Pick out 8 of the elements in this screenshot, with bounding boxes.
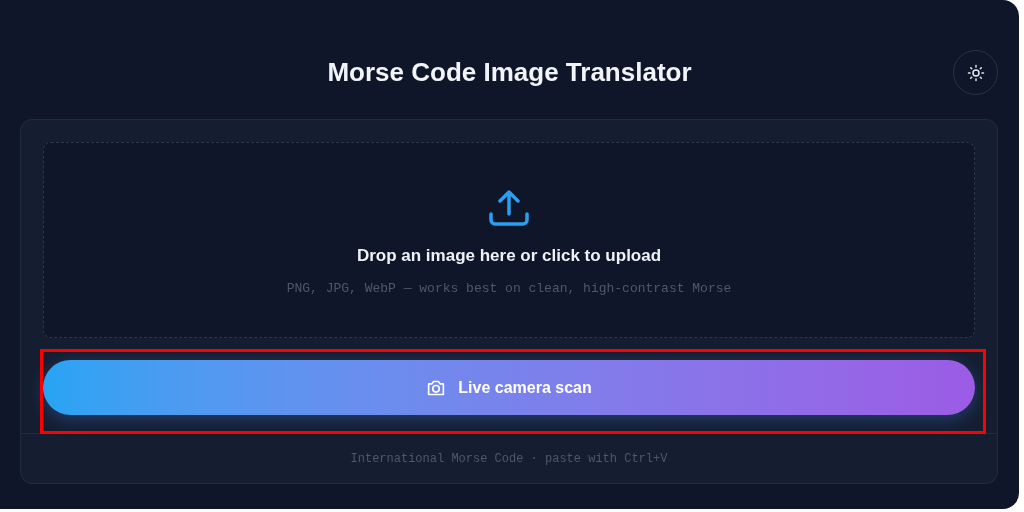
dropzone-hint: PNG, JPG, WebP — works best on clean, high-contrast Morse — [286, 279, 732, 298]
dropzone[interactable]: Drop an image here or click to upload PNG, JPG, WebP — works best on clean, high-contrast Morse — [43, 142, 975, 338]
upload-icon — [488, 190, 530, 226]
page-title: Morse Code Image Translator — [327, 55, 692, 89]
camera-icon — [426, 378, 447, 397]
dropzone-title: Drop an image here or click to upload — [356, 245, 662, 267]
sun-icon — [966, 63, 985, 82]
footer-text: International Morse Code · paste with Ctrl+V — [350, 450, 668, 468]
